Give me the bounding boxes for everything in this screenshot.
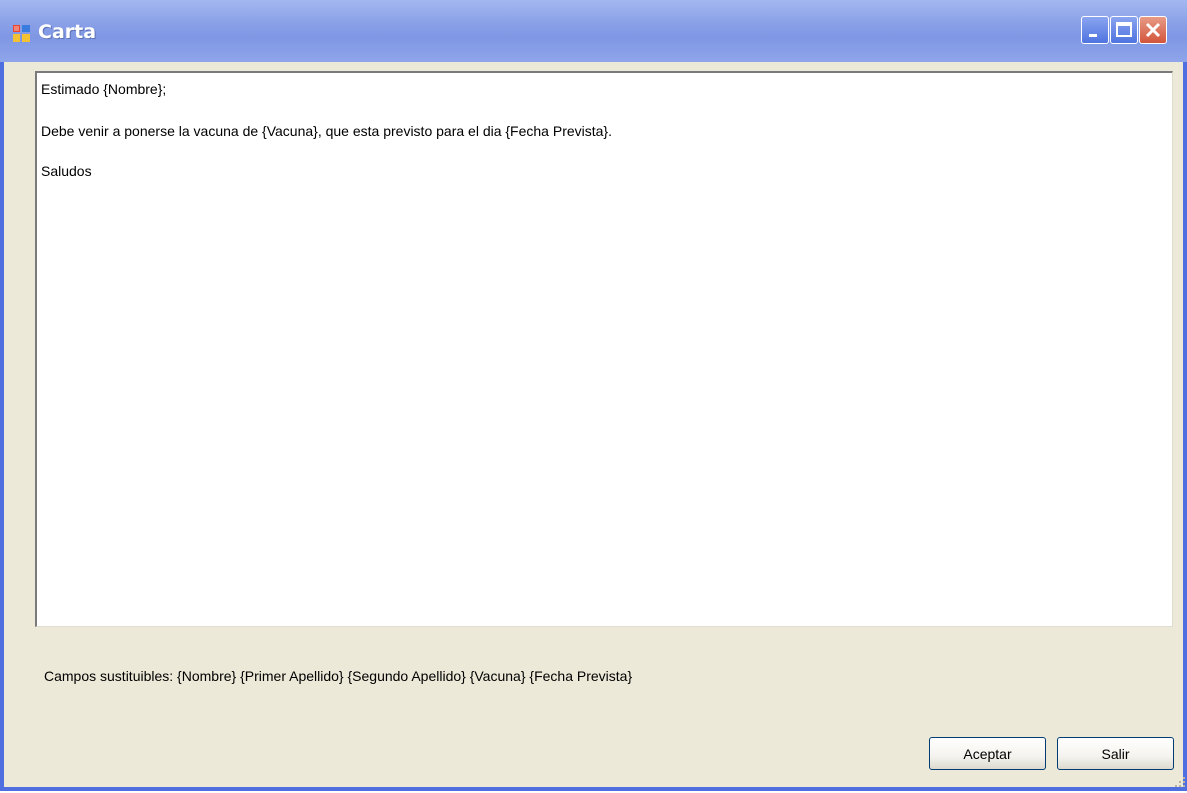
- maximize-icon: [1116, 22, 1132, 37]
- window-title: Carta: [38, 21, 97, 43]
- letter-line: Estimado {Nombre};: [41, 81, 167, 97]
- letter-text-area[interactable]: Estimado {Nombre}; Debe venir a ponerse …: [35, 71, 1173, 627]
- application-icon: [13, 25, 30, 42]
- exit-button[interactable]: Salir: [1057, 737, 1174, 770]
- title-bar[interactable]: Carta: [0, 0, 1187, 62]
- close-icon: [1145, 22, 1161, 38]
- maximize-button[interactable]: [1110, 16, 1138, 44]
- close-button[interactable]: [1139, 16, 1167, 44]
- minimize-button[interactable]: [1081, 16, 1109, 44]
- resize-grip-icon[interactable]: [1174, 775, 1186, 787]
- minimize-icon: [1089, 34, 1097, 37]
- accept-button[interactable]: Aceptar: [929, 737, 1046, 770]
- substitutable-fields-label: Campos sustituibles: {Nombre} {Primer Ap…: [44, 668, 633, 684]
- carta-window: Carta Estimado {Nombre}; Debe venir a po…: [0, 0, 1187, 791]
- letter-line: Saludos: [41, 163, 92, 179]
- letter-line: Debe venir a ponerse la vacuna de {Vacun…: [41, 123, 612, 139]
